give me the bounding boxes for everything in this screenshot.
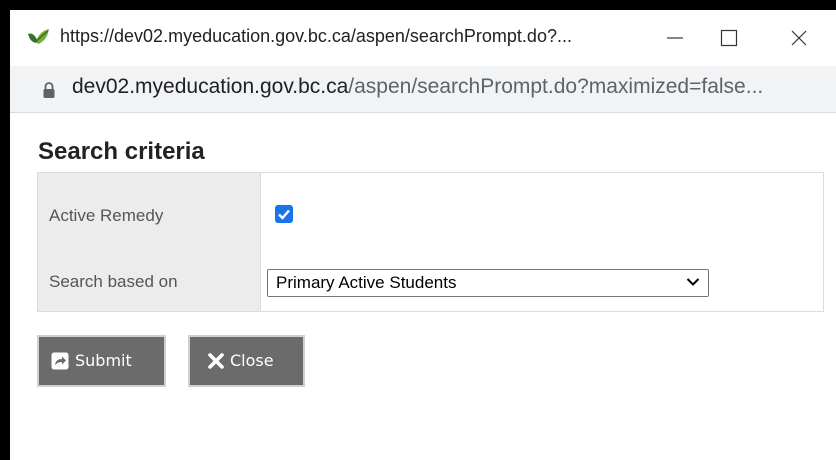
x-icon — [208, 352, 224, 369]
checkmark-icon — [278, 209, 290, 220]
window-title: https://dev02.myeducation.gov.bc.ca/aspe… — [60, 26, 572, 46]
maximize-button[interactable] — [707, 18, 751, 58]
url-host: dev02.myeducation.gov.bc.ca — [72, 75, 349, 98]
active-remedy-checkbox[interactable] — [275, 205, 293, 223]
close-label: Close — [230, 351, 274, 370]
minimize-icon — [667, 37, 683, 39]
minimize-button[interactable] — [653, 18, 697, 58]
window-titlebar: https://dev02.myeducation.gov.bc.ca/aspe… — [10, 10, 836, 66]
address-bar[interactable]: dev02.myeducation.gov.bc.ca/aspen/search… — [10, 66, 836, 113]
search-criteria-table: Active Remedy Search based on Primary Ac… — [37, 172, 824, 312]
submit-button[interactable]: Submit — [37, 335, 166, 387]
search-based-on-label: Search based on — [49, 272, 178, 291]
close-icon — [791, 30, 807, 46]
share-arrow-icon — [51, 352, 69, 369]
page-title: Search criteria — [38, 138, 205, 165]
maximize-icon — [720, 29, 738, 47]
page-content: Search criteria Active Remedy Search bas… — [10, 113, 836, 460]
chevron-down-icon — [686, 278, 700, 286]
label-column: Active Remedy Search based on — [38, 173, 261, 311]
submit-button-content: Submit — [51, 351, 132, 370]
lock-icon — [43, 82, 55, 98]
popup-window: https://dev02.myeducation.gov.bc.ca/aspe… — [10, 10, 836, 460]
active-remedy-label: Active Remedy — [49, 206, 164, 225]
search-based-on-value: Primary Active Students — [276, 273, 457, 292]
url-path: /aspen/searchPrompt.do?maximized=false..… — [348, 75, 764, 98]
search-based-on-select[interactable]: Primary Active Students — [267, 269, 709, 297]
leaf-favicon-icon — [28, 29, 49, 44]
close-button-content: Close — [208, 351, 274, 370]
close-window-button[interactable] — [777, 18, 821, 58]
submit-label: Submit — [75, 351, 132, 370]
url-text[interactable]: dev02.myeducation.gov.bc.ca/aspen/search… — [72, 75, 763, 99]
close-button[interactable]: Close — [188, 335, 305, 387]
